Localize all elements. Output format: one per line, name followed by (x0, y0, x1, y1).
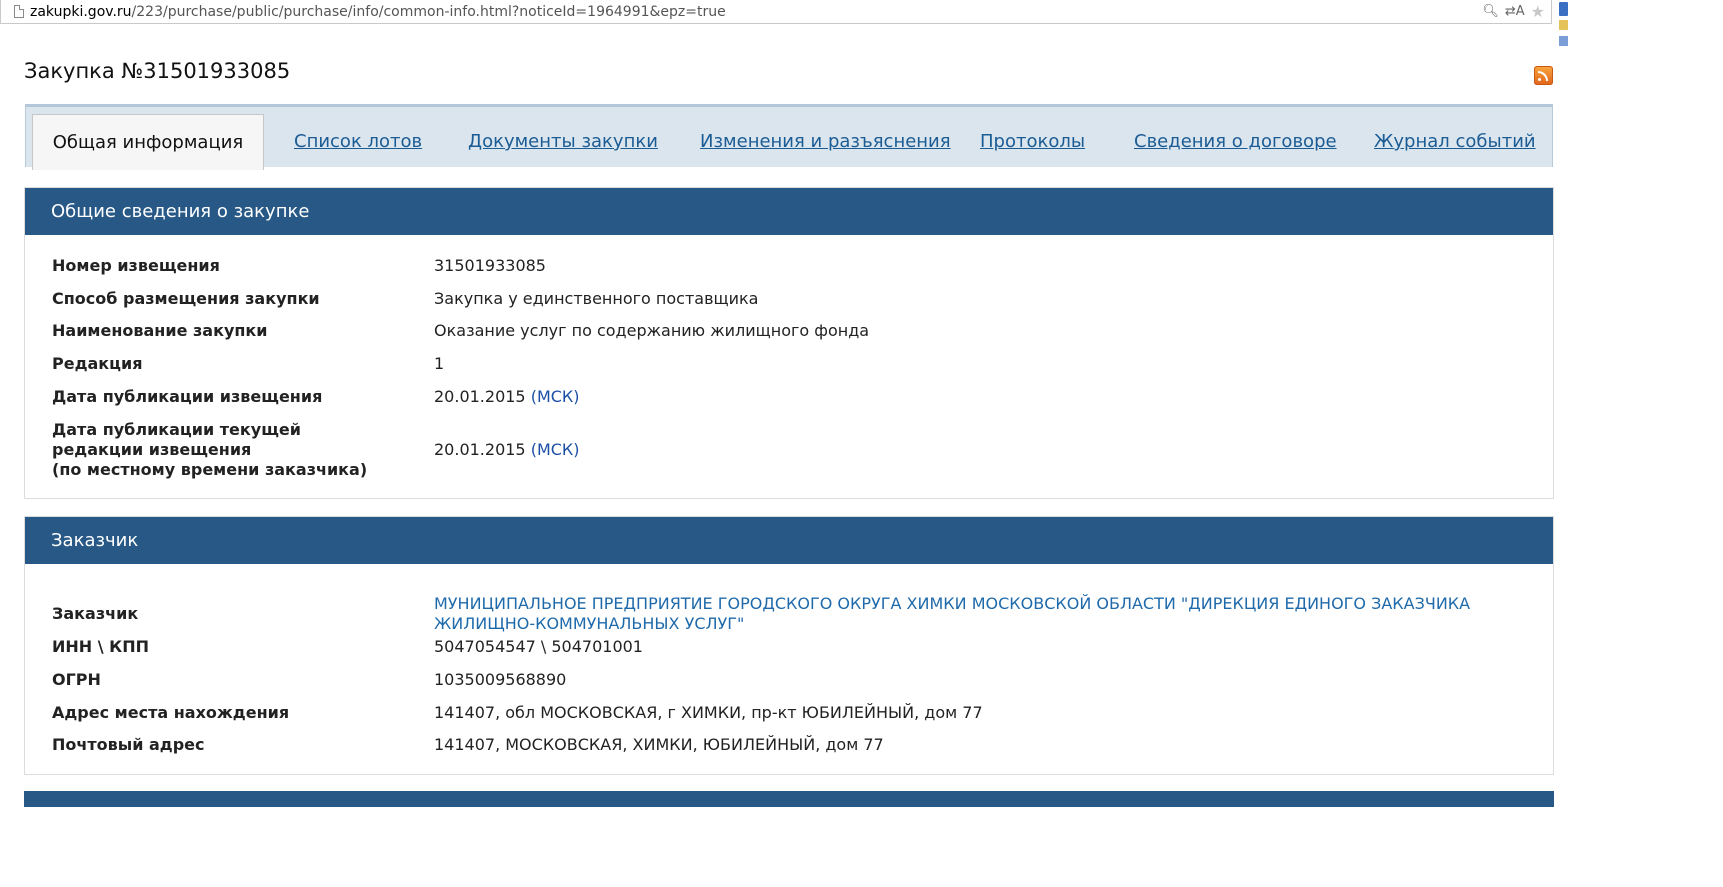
field-value: 141407, МОСКОВСКАЯ, ХИМКИ, ЮБИЛЕЙНЫЙ, до… (434, 735, 884, 754)
customer-link[interactable]: МУНИЦИПАЛЬНОЕ ПРЕДПРИЯТИЕ ГОРОДСКОГО ОКР… (434, 594, 1483, 634)
tab-changes-clarifications[interactable]: Изменения и разъяснения (700, 114, 951, 170)
field-label: Способ размещения закупки (52, 289, 320, 308)
tab-purchase-documents[interactable]: Документы закупки (468, 114, 658, 170)
translate-icon[interactable]: ⇄A (1505, 4, 1525, 19)
field-value: Оказание услуг по содержанию жилищного ф… (434, 321, 870, 340)
field-label: ИНН \ КПП (52, 637, 150, 656)
address-bar[interactable]: zakupki.gov.ru/223/purchase/public/purch… (0, 0, 1552, 24)
next-section-header (24, 791, 1554, 807)
url-text[interactable]: zakupki.gov.ru/223/purchase/public/purch… (30, 4, 726, 20)
field-label: Наименование закупки (52, 321, 268, 340)
field-value: 1035009568890 (434, 670, 567, 689)
section-heading: Общие сведения о закупке (25, 188, 1553, 235)
field-label: Дата публикации текущей редакции извещен… (52, 420, 368, 479)
field-value: 31501933085 (434, 256, 546, 275)
field-value: 20.01.2015 (МСК) (434, 387, 1483, 407)
customer-section: Заказчик Заказчик МУНИЦИПАЛЬНОЕ ПРЕДПРИЯ… (24, 516, 1554, 775)
field-value: 20.01.2015 (МСК) (434, 440, 1483, 460)
mail-extension-icon[interactable] (1559, 2, 1568, 16)
rss-icon[interactable] (1534, 66, 1553, 85)
tab-lots-list[interactable]: Список лотов (294, 114, 422, 170)
date-value: 20.01.2015 (434, 387, 526, 406)
tab-protocols[interactable]: Протоколы (980, 114, 1085, 170)
tab-bar: Общая информация Список лотов Документы … (25, 104, 1553, 170)
field-value: Закупка у единственного поставщика (434, 289, 759, 308)
bookmark-star-icon[interactable]: ★ (1531, 2, 1545, 21)
extension-icon[interactable] (1559, 36, 1568, 46)
field-value: 141407, обл МОСКОВСКАЯ, г ХИМКИ, пр-кт Ю… (434, 703, 983, 722)
tab-event-log[interactable]: Журнал событий (1374, 114, 1536, 170)
tab-contract-info[interactable]: Сведения о договоре (1134, 114, 1337, 170)
timezone-link[interactable]: (МСК) (531, 440, 580, 459)
zoom-icon[interactable]: 🔍︎ (1482, 4, 1499, 19)
field-value: 1 (434, 354, 445, 373)
tab-general-info[interactable]: Общая информация (32, 114, 264, 170)
field-label: ОГРН (52, 670, 101, 689)
field-label: Адрес места нахождения (52, 703, 290, 722)
field-label: Заказчик (52, 604, 139, 623)
general-info-section: Общие сведения о закупке Номер извещения… (24, 187, 1554, 499)
extension-strip (1552, 0, 1568, 60)
date-value: 20.01.2015 (434, 440, 526, 459)
page-icon (14, 5, 24, 18)
field-label: Номер извещения (52, 256, 220, 275)
field-label: Почтовый адрес (52, 735, 205, 754)
page-title: Закупка №31501933085 (24, 59, 291, 83)
timezone-link[interactable]: (МСК) (531, 387, 580, 406)
section-heading: Заказчик (25, 517, 1553, 564)
field-label: Дата публикации извещения (52, 387, 323, 406)
field-label: Редакция (52, 354, 143, 373)
field-value: 5047054547 \ 504701001 (434, 637, 643, 656)
extension-icon[interactable] (1559, 20, 1568, 30)
